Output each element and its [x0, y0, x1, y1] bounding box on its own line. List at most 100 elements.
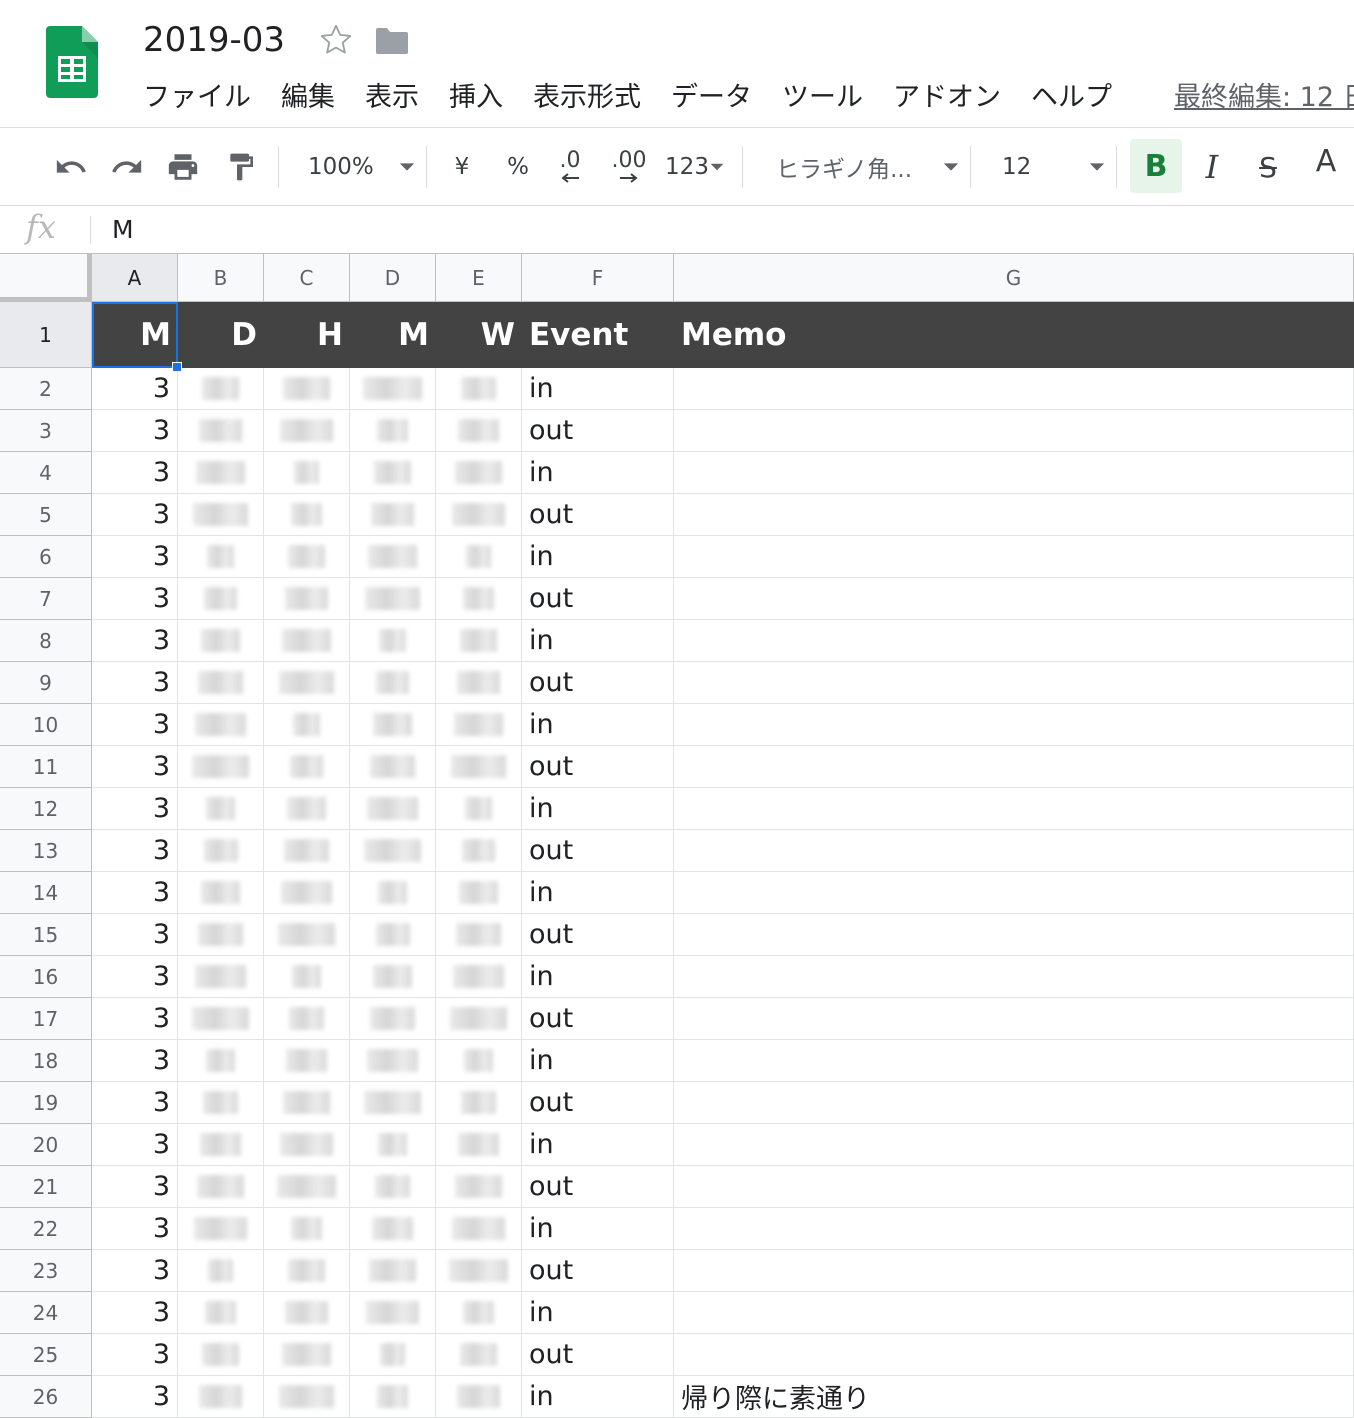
row-header[interactable]: 21	[0, 1166, 92, 1208]
cell-redacted[interactable]	[178, 536, 264, 578]
cell-memo[interactable]	[674, 410, 1354, 452]
row-header[interactable]: 12	[0, 788, 92, 830]
cell-redacted[interactable]	[264, 1376, 350, 1418]
cell-redacted[interactable]	[178, 914, 264, 956]
cell-redacted[interactable]	[178, 662, 264, 704]
cell-redacted[interactable]	[436, 1250, 522, 1292]
cell-redacted[interactable]	[264, 1250, 350, 1292]
cell-event[interactable]: in	[522, 620, 674, 662]
undo-icon[interactable]	[50, 128, 92, 206]
cell-event[interactable]: out	[522, 1334, 674, 1376]
cell-month[interactable]: 3	[92, 1334, 178, 1376]
cell-memo[interactable]	[674, 578, 1354, 620]
header-cell-m[interactable]: M	[92, 302, 178, 368]
cell-redacted[interactable]	[350, 368, 436, 410]
row-header[interactable]: 10	[0, 704, 92, 746]
italic-button[interactable]: I	[1190, 128, 1234, 206]
cell-redacted[interactable]	[178, 998, 264, 1040]
sheets-logo-icon[interactable]	[46, 26, 98, 98]
row-header[interactable]: 13	[0, 830, 92, 872]
row-header[interactable]: 6	[0, 536, 92, 578]
cell-redacted[interactable]	[350, 1040, 436, 1082]
cell-redacted[interactable]	[350, 1082, 436, 1124]
cell-memo[interactable]	[674, 1292, 1354, 1334]
cell-redacted[interactable]	[350, 1208, 436, 1250]
cell-memo[interactable]	[674, 956, 1354, 998]
cell-redacted[interactable]	[350, 788, 436, 830]
font-family-select[interactable]: ヒラギノ角...	[764, 128, 960, 206]
formula-input[interactable]: M	[112, 212, 134, 248]
fill-handle[interactable]	[172, 362, 182, 372]
cell-redacted[interactable]	[178, 788, 264, 830]
cell-event[interactable]: out	[522, 1250, 674, 1292]
cell-memo[interactable]	[674, 452, 1354, 494]
cell-memo[interactable]	[674, 788, 1354, 830]
cell-redacted[interactable]	[264, 578, 350, 620]
cell-event[interactable]: in	[522, 704, 674, 746]
cell-redacted[interactable]	[436, 914, 522, 956]
cell-redacted[interactable]	[350, 620, 436, 662]
menu-view[interactable]: 表示	[365, 76, 419, 120]
cell-redacted[interactable]	[178, 1250, 264, 1292]
cell-redacted[interactable]	[264, 1166, 350, 1208]
cell-redacted[interactable]	[436, 1082, 522, 1124]
currency-format-button[interactable]: ¥	[444, 128, 480, 206]
cell-memo[interactable]	[674, 704, 1354, 746]
column-header-f[interactable]: F	[522, 254, 674, 302]
cell-memo[interactable]	[674, 620, 1354, 662]
cell-memo[interactable]	[674, 1082, 1354, 1124]
cell-memo[interactable]	[674, 872, 1354, 914]
cell-memo[interactable]	[674, 914, 1354, 956]
cell-month[interactable]: 3	[92, 1124, 178, 1166]
cell-redacted[interactable]	[436, 1166, 522, 1208]
increase-decimal-button[interactable]: .00	[604, 128, 654, 206]
paint-format-icon[interactable]	[220, 128, 262, 206]
cell-redacted[interactable]	[264, 410, 350, 452]
cell-redacted[interactable]	[178, 578, 264, 620]
cell-redacted[interactable]	[264, 704, 350, 746]
more-formats-button[interactable]: 123	[660, 128, 730, 206]
document-title[interactable]: 2019-03	[143, 18, 285, 62]
cell-event[interactable]: in	[522, 452, 674, 494]
cell-redacted[interactable]	[436, 410, 522, 452]
row-header[interactable]: 19	[0, 1082, 92, 1124]
cell-memo[interactable]	[674, 1250, 1354, 1292]
cell-redacted[interactable]	[350, 914, 436, 956]
cell-event[interactable]: in	[522, 536, 674, 578]
cell-redacted[interactable]	[436, 788, 522, 830]
column-header-e[interactable]: E	[436, 254, 522, 302]
cell-memo[interactable]	[674, 536, 1354, 578]
cell-month[interactable]: 3	[92, 494, 178, 536]
row-header[interactable]: 4	[0, 452, 92, 494]
cell-redacted[interactable]	[264, 1082, 350, 1124]
cell-redacted[interactable]	[178, 872, 264, 914]
cell-redacted[interactable]	[350, 998, 436, 1040]
cell-redacted[interactable]	[264, 494, 350, 536]
cell-redacted[interactable]	[350, 494, 436, 536]
row-header[interactable]: 2	[0, 368, 92, 410]
column-header-a[interactable]: A	[92, 254, 178, 302]
cell-month[interactable]: 3	[92, 830, 178, 872]
cell-redacted[interactable]	[436, 830, 522, 872]
row-header-1[interactable]: 1	[0, 302, 92, 368]
last-edit-link[interactable]: 最終編集: 12 日	[1174, 76, 1354, 120]
cell-month[interactable]: 3	[92, 368, 178, 410]
cell-redacted[interactable]	[436, 746, 522, 788]
cell-redacted[interactable]	[350, 1334, 436, 1376]
bold-button[interactable]: B	[1130, 139, 1182, 193]
row-header[interactable]: 16	[0, 956, 92, 998]
menu-insert[interactable]: 挿入	[449, 76, 503, 120]
column-header-d[interactable]: D	[350, 254, 436, 302]
cell-month[interactable]: 3	[92, 788, 178, 830]
text-color-button[interactable]: A	[1304, 128, 1348, 206]
column-header-g[interactable]: G	[674, 254, 1354, 302]
cell-memo[interactable]	[674, 998, 1354, 1040]
cell-event[interactable]: in	[522, 1040, 674, 1082]
column-header-c[interactable]: C	[264, 254, 350, 302]
row-header[interactable]: 5	[0, 494, 92, 536]
decrease-decimal-button[interactable]: .0	[548, 128, 592, 206]
cell-redacted[interactable]	[178, 494, 264, 536]
cell-event[interactable]: in	[522, 1124, 674, 1166]
cell-redacted[interactable]	[436, 872, 522, 914]
cell-event[interactable]: out	[522, 1166, 674, 1208]
